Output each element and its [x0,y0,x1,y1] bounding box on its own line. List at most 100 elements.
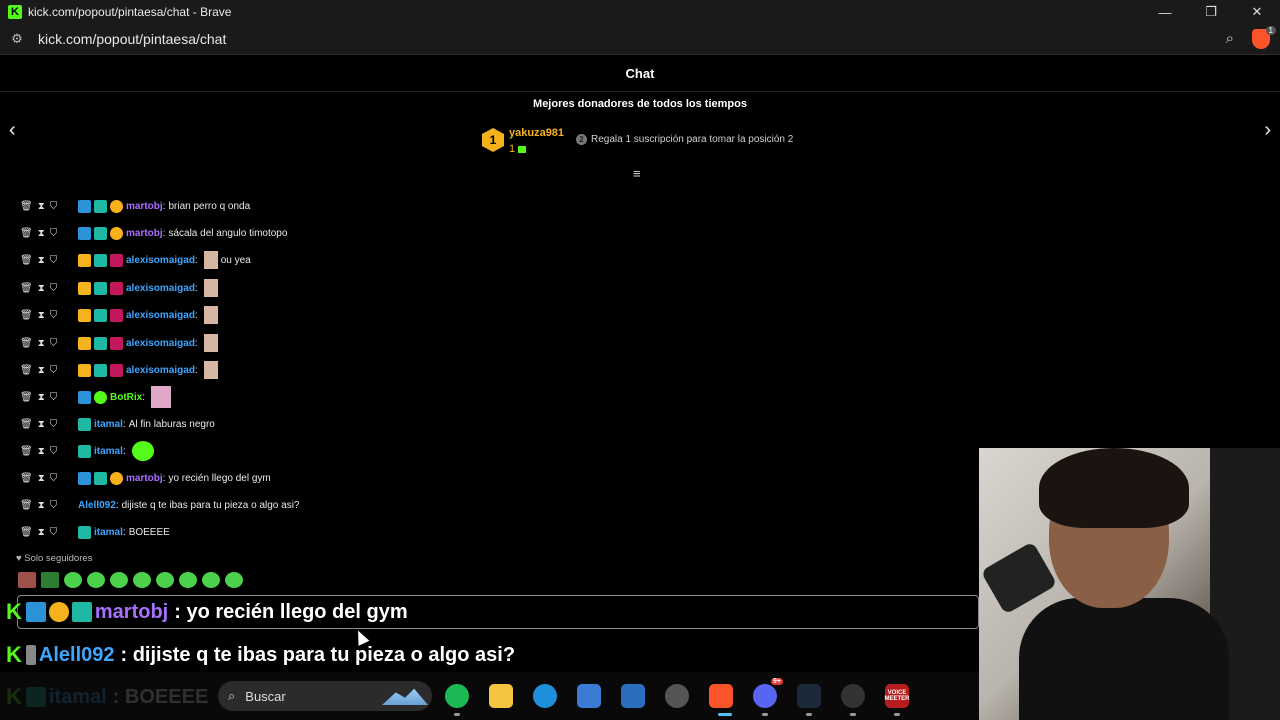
delete-icon[interactable]: 🗑 [20,201,33,212]
voicemeeter-icon[interactable]: VOICE MEETER [885,684,910,708]
emote-icon[interactable] [18,572,36,588]
message-username[interactable]: martobj [126,473,163,484]
timeout-icon[interactable]: ⧗ [38,527,45,538]
chat-message: 🗑 ⧗ ⛉ martobj: sácala del angulo timotopo [20,223,287,243]
taskbar-search[interactable]: ⌕ Buscar [218,681,432,711]
url-field[interactable]: kick.com/popout/pintaesa/chat [38,31,226,47]
overlay-username: Alell092 [38,643,115,666]
delete-icon[interactable]: 🗑 [20,228,33,239]
top-donor-name[interactable]: yakuza981 [509,127,564,139]
emote-icon[interactable] [133,572,151,588]
taskbar: ⌕ Buscar 9+ VOICE MEETER [0,672,980,720]
timeout-icon[interactable]: ⧗ [38,201,45,212]
message-username[interactable]: Alell092 [78,500,116,511]
edge-icon[interactable] [533,684,557,708]
chevron-left-icon[interactable]: ‹ [9,119,16,142]
brave-icon[interactable] [709,684,733,708]
crown-badge-icon [78,308,91,322]
ban-icon[interactable]: ⛉ [50,473,58,484]
maximize-button[interactable]: ❐ [1188,0,1234,24]
timeout-icon[interactable]: ⧗ [38,365,45,376]
delete-icon[interactable]: 🗑 [20,283,33,294]
spotify-icon[interactable] [445,684,469,708]
zoom-icon[interactable]: ⌕ [1226,30,1234,47]
timeout-icon[interactable]: ⧗ [38,446,45,457]
ban-icon[interactable]: ⛉ [50,527,58,538]
one-badge-icon [110,199,123,213]
timeout-icon[interactable]: ⧗ [38,419,45,430]
message-username[interactable]: martobj [126,201,163,212]
ban-icon[interactable]: ⛉ [50,201,58,212]
timeout-icon[interactable]: ⧗ [38,473,45,484]
message-username[interactable]: alexisomaigad [126,255,195,266]
delete-icon[interactable]: 🗑 [20,473,33,484]
timeout-icon[interactable]: ⧗ [38,283,45,294]
mail-icon[interactable] [621,684,645,708]
ban-icon[interactable]: ⛉ [50,500,58,511]
message-username[interactable]: itamal [94,446,123,457]
delete-icon[interactable]: 🗑 [20,392,33,403]
timeout-icon[interactable]: ⧗ [38,392,45,403]
delete-icon[interactable]: 🗑 [20,338,33,349]
message-username[interactable]: martobj [126,228,163,239]
timeout-icon[interactable]: ⧗ [38,338,45,349]
ban-icon[interactable]: ⛉ [50,310,58,321]
message-username[interactable]: alexisomaigad [126,283,195,294]
timeout-icon[interactable]: ⧗ [38,500,45,511]
sub-badge-icon [110,308,123,322]
overlay-text: : yo recién llego del gym [174,600,408,623]
ban-icon[interactable]: ⛉ [50,283,58,294]
emote-icon[interactable] [41,572,59,588]
delete-icon[interactable]: 🗑 [20,310,33,321]
emote-icon[interactable] [110,572,128,588]
chevron-right-icon[interactable]: › [1264,119,1271,142]
store-icon[interactable] [577,684,601,708]
site-settings-icon[interactable]: ⚙ [2,31,32,47]
ban-icon[interactable]: ⛉ [50,228,58,239]
emote-icon[interactable] [179,572,197,588]
mod-actions: 🗑 ⧗ ⛉ [20,473,78,484]
ban-icon[interactable]: ⛉ [50,338,58,349]
sword-badge-icon [78,390,91,404]
ban-icon[interactable]: ⛉ [50,392,58,403]
message-username[interactable]: alexisomaigad [126,365,195,376]
delete-icon[interactable]: 🗑 [20,365,33,376]
crown-badge-icon [78,336,91,350]
message-username[interactable]: BotRix [110,392,142,403]
emote-icon[interactable] [156,572,174,588]
message-username[interactable]: itamal [94,419,123,430]
minimize-button[interactable]: — [1142,0,1188,24]
file-explorer-icon[interactable] [489,684,513,708]
mod-actions: 🗑 ⧗ ⛉ [20,338,78,349]
discord-icon[interactable]: 9+ [753,678,783,708]
ban-icon[interactable]: ⛉ [50,446,58,457]
delete-icon[interactable]: 🗑 [20,446,33,457]
chat-message: 🗑 ⧗ ⛉ alexisomaigad: ou yea [20,250,251,270]
delete-icon[interactable]: 🗑 [20,527,33,538]
message-username[interactable]: itamal [94,527,123,538]
obs-icon[interactable] [841,684,865,708]
steam-icon[interactable] [797,684,821,708]
sword-badge-icon [78,471,91,485]
ban-icon[interactable]: ⛉ [50,365,58,376]
close-button[interactable]: ✕ [1234,0,1280,24]
emote-icon[interactable] [64,572,82,588]
delete-icon[interactable]: 🗑 [20,500,33,511]
emote-icon[interactable] [225,572,243,588]
delete-icon[interactable]: 🗑 [20,255,33,266]
emote-icon[interactable] [202,572,220,588]
og-badge-icon [78,444,91,458]
timeout-icon[interactable]: ⧗ [38,310,45,321]
emote-icon[interactable] [87,572,105,588]
message-username[interactable]: alexisomaigad [126,310,195,321]
ban-icon[interactable]: ⛉ [50,255,58,266]
taskbar-indicator [762,713,768,716]
message-text: yo recién llego del gym [168,472,271,484]
settings-icon[interactable] [665,684,689,708]
chat-message: 🗑 ⧗ ⛉ alexisomaigad: [20,278,221,298]
ban-icon[interactable]: ⛉ [50,419,58,430]
message-username[interactable]: alexisomaigad [126,338,195,349]
delete-icon[interactable]: 🗑 [20,419,33,430]
timeout-icon[interactable]: ⧗ [38,228,45,239]
timeout-icon[interactable]: ⧗ [38,255,45,266]
